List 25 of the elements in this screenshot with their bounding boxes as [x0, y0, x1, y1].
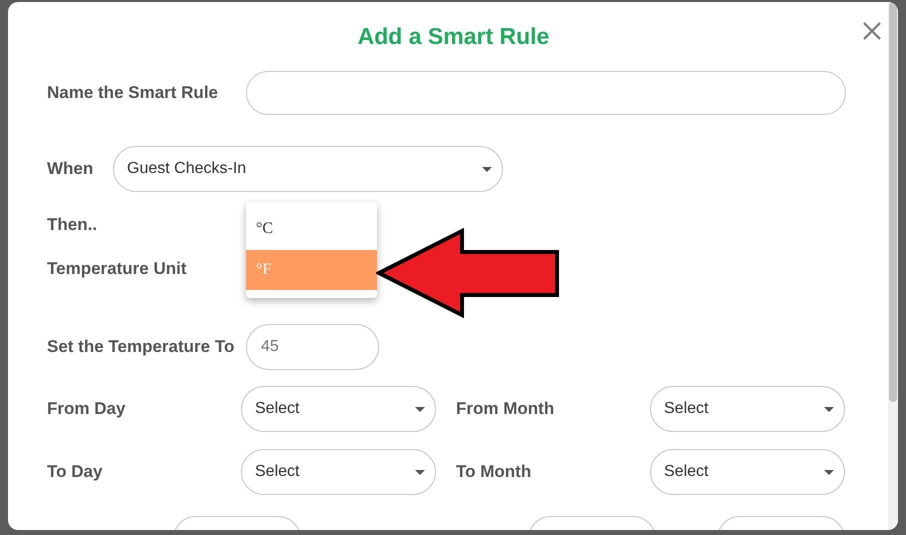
caret-icon [415, 470, 425, 474]
caret-icon [482, 166, 492, 172]
caret-icon [824, 406, 834, 412]
field-label: Name the Smart Rule [47, 83, 219, 103]
select-field[interactable]: Guest Checks-In [113, 146, 503, 192]
dropdown-option[interactable]: °C [246, 208, 377, 250]
select-field[interactable]: Select [241, 386, 436, 432]
field-label: When [47, 159, 94, 179]
caret-icon [415, 406, 425, 412]
scrollbar[interactable] [888, 2, 898, 530]
field-label: Set the Temperature To [47, 337, 236, 357]
dialog-title: Add a Smart Rule [358, 22, 550, 50]
input-field[interactable] [246, 71, 846, 115]
field-label: To Day [47, 462, 104, 482]
section-label: Then.. [47, 215, 98, 235]
close-icon[interactable] [863, 22, 881, 40]
input-field[interactable]: 45 [246, 324, 379, 370]
select-field[interactable]: Select [650, 449, 845, 495]
field-label: Temperature Unit [47, 259, 186, 279]
select-field[interactable]: Select [241, 449, 436, 495]
caret-icon [824, 470, 834, 474]
field-label: From Month [456, 399, 556, 419]
select-field[interactable]: Select [650, 386, 845, 432]
field-label: To Month [456, 462, 532, 482]
field-label: From Day [47, 399, 126, 419]
